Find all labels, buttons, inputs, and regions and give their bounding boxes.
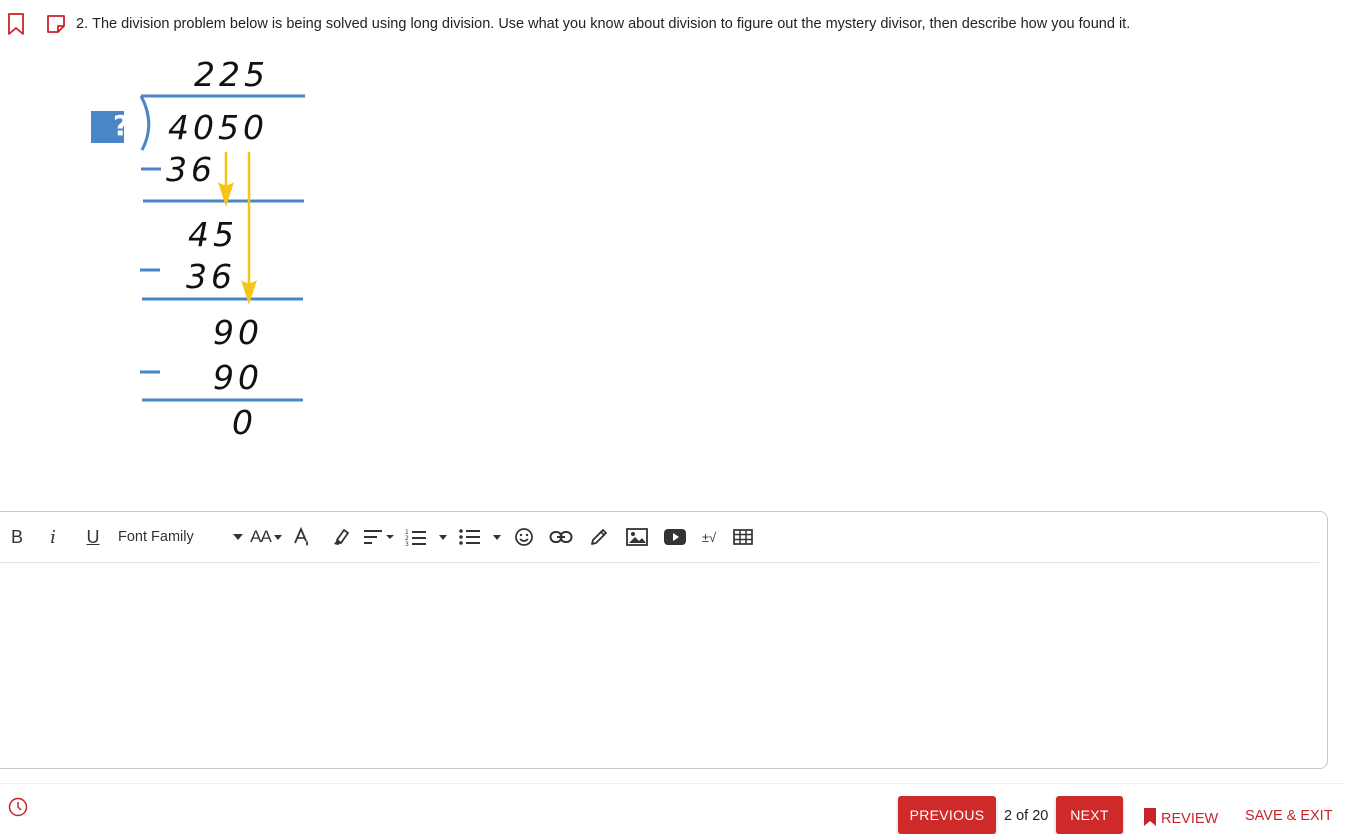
previous-button[interactable]: PREVIOUS	[898, 796, 996, 834]
image-icon[interactable]	[625, 524, 649, 550]
review-label: REVIEW	[1161, 811, 1219, 827]
remainder: 0	[232, 403, 257, 442]
link-icon[interactable]	[549, 524, 573, 550]
table-icon[interactable]	[732, 524, 754, 550]
subtract-value: 90	[213, 358, 263, 397]
highlight-icon[interactable]	[330, 524, 352, 550]
save-exit-button[interactable]: SAVE & EXIT	[1245, 808, 1333, 824]
question-header: 2. The division problem below is being so…	[0, 0, 1345, 48]
review-button[interactable]: REVIEW	[1143, 808, 1218, 827]
draw-icon[interactable]	[588, 524, 610, 550]
font-family-select[interactable]: Font Family	[118, 524, 248, 550]
editor-toolbar: B i U Font Family AA 123 ±√	[0, 512, 1319, 563]
ordered-list-chevron-icon[interactable]	[437, 524, 449, 550]
text-color-icon[interactable]	[292, 524, 312, 550]
math-icon[interactable]: ±√	[698, 524, 720, 550]
answer-editor: B i U Font Family AA 123 ±√	[0, 511, 1328, 769]
page-indicator: 2 of 20	[1004, 808, 1049, 824]
dividend: 4050	[168, 108, 268, 147]
answer-text-area[interactable]	[0, 564, 1319, 764]
note-icon[interactable]	[45, 13, 67, 35]
partial-result: 90	[213, 313, 263, 352]
font-size-select[interactable]: AA	[249, 524, 283, 550]
emoji-icon[interactable]	[513, 524, 535, 550]
next-button[interactable]: NEXT	[1056, 796, 1123, 834]
partial-result: 45	[188, 215, 238, 254]
ordered-list-icon[interactable]: 123	[404, 524, 428, 550]
clock-icon[interactable]	[8, 797, 28, 817]
bold-button[interactable]: B	[7, 524, 27, 550]
long-division-figure: ? 225 4050 36 45 36 90 90 0	[80, 50, 320, 450]
question-text: 2. The division problem below is being so…	[76, 16, 1130, 32]
chevron-down-icon	[273, 534, 282, 540]
mystery-divisor-symbol: ?	[113, 109, 134, 142]
svg-text:3: 3	[405, 541, 409, 546]
bullet-list-icon[interactable]	[458, 524, 482, 550]
italic-button[interactable]: i	[45, 524, 61, 550]
align-icon[interactable]	[363, 524, 395, 550]
font-size-label: AA	[250, 527, 272, 546]
quotient: 225	[194, 55, 269, 94]
font-family-label: Font Family	[118, 529, 194, 545]
question-prompt: The division problem below is being solv…	[92, 16, 1131, 32]
underline-button[interactable]: U	[83, 524, 103, 550]
subtract-value: 36	[166, 150, 216, 189]
bullet-list-chevron-icon[interactable]	[491, 524, 503, 550]
subtract-value: 36	[186, 257, 236, 296]
question-number: 2.	[76, 16, 89, 32]
chevron-down-icon	[233, 534, 243, 540]
division-bracket	[139, 95, 151, 151]
video-icon[interactable]	[663, 524, 687, 550]
bookmark-icon[interactable]	[6, 12, 26, 36]
footer-bar: PREVIOUS 2 of 20 NEXT REVIEW SAVE & EXIT	[0, 783, 1345, 834]
review-bookmark-icon	[1144, 808, 1156, 826]
